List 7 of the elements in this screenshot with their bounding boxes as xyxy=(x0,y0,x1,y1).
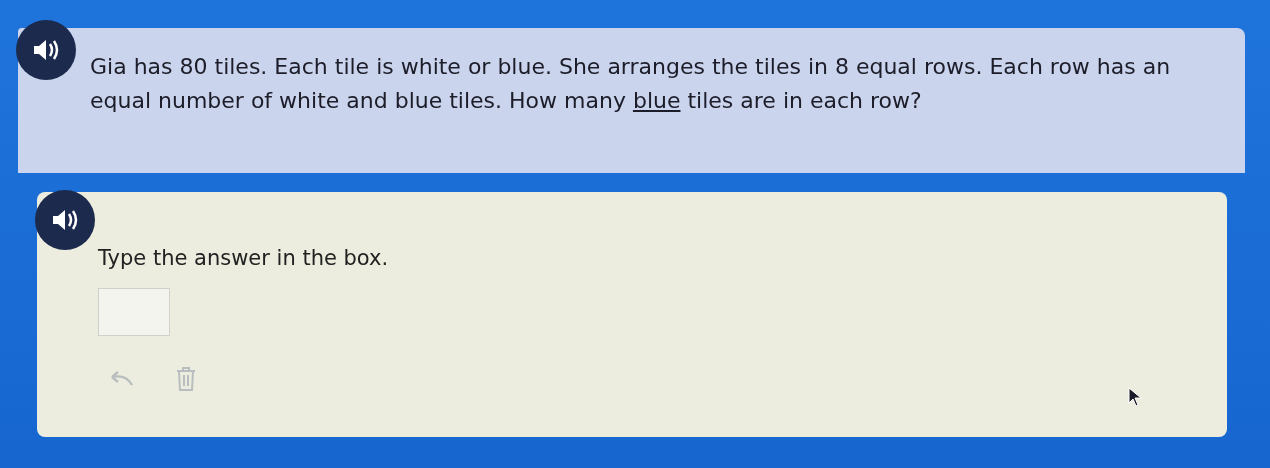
glossary-link[interactable]: blue xyxy=(632,88,681,113)
speaker-icon[interactable] xyxy=(35,190,95,250)
answer-box[interactable] xyxy=(98,288,170,336)
question-text: Gia has 80 tiles. Each tile is white or blue. She arranges the tiles in 8 equal rows. Each row has an equal number of white and blue tiles. How many blue tiles are in each row? xyxy=(90,53,1172,115)
cursor-icon xyxy=(1128,387,1142,407)
instruction-text: Type the answer in the box. xyxy=(98,246,390,270)
speaker-icon[interactable] xyxy=(16,20,76,80)
